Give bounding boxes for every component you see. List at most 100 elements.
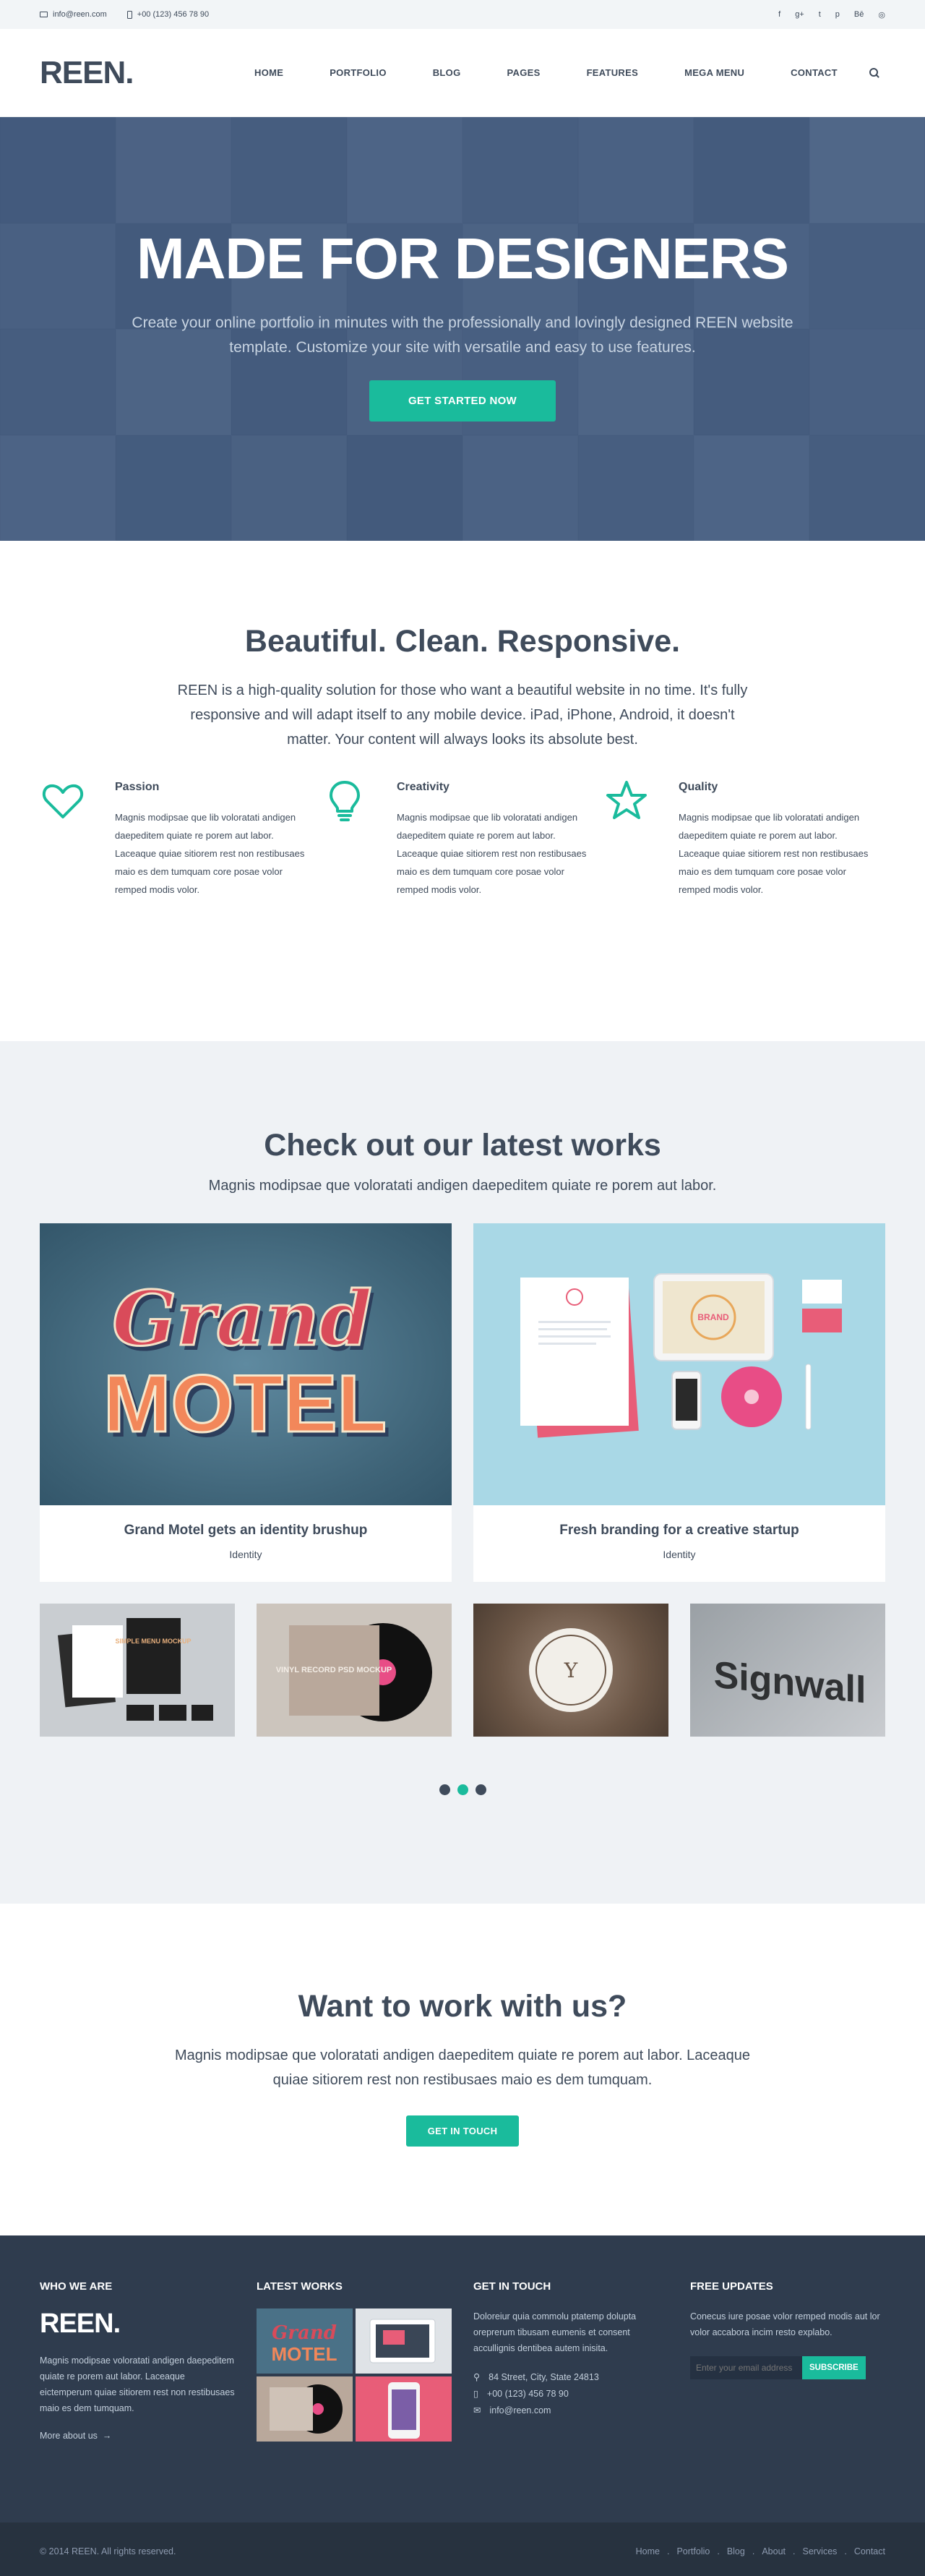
nav-features[interactable]: FEATURES — [564, 67, 662, 78]
footer-logo[interactable]: REEN. — [40, 2308, 235, 2340]
lightbulb-icon — [330, 781, 360, 821]
works-featured-row: Grand Grand MOTEL MOTEL Grand Motel gets… — [0, 1223, 925, 1582]
phone-icon — [126, 10, 132, 19]
latest-thumb-vinyl[interactable] — [257, 2376, 353, 2442]
footer-link-about[interactable]: About — [762, 2546, 786, 2556]
nav-portfolio[interactable]: PORTFOLIO — [306, 67, 410, 78]
feature-title: Creativity — [397, 781, 449, 793]
vinyl-mockup-art: VINYL RECORD PSD MOCKUP — [276, 1623, 432, 1721]
footer-address-text: 84 Street, City, State 24813 — [489, 2372, 599, 2382]
cta-title: Want to work with us? — [298, 1989, 627, 2024]
search-icon[interactable] — [869, 67, 879, 78]
footer-heading: WHO WE ARE — [40, 2280, 113, 2293]
work-thumb-vinyl[interactable]: VINYL RECORD PSD MOCKUP — [257, 1604, 452, 1737]
art-text-brand: BRAND — [697, 1312, 729, 1322]
footer-link-blog[interactable]: Blog — [727, 2546, 745, 2556]
svg-text:MOTEL: MOTEL — [272, 2343, 337, 2365]
get-started-button[interactable]: GET STARTED NOW — [369, 380, 556, 422]
more-about-label: More about us — [40, 2431, 98, 2441]
twitter-icon[interactable]: t — [819, 10, 821, 20]
branding-image: BRAND — [473, 1223, 885, 1505]
footer-updates-text: Conecus iure posae volor remped modis au… — [690, 2311, 880, 2337]
footer-free-updates: FREE UPDATES Conecus iure posae volor re… — [690, 2280, 885, 2522]
pinterest-icon[interactable]: p — [835, 10, 840, 20]
header: REEN. HOME PORTFOLIO BLOG PAGES FEATURES… — [0, 29, 925, 117]
social-links: f g+ t p Bē ◎ — [778, 10, 885, 20]
footer-link-services[interactable]: Services — [802, 2546, 837, 2556]
works-title: Check out our latest works — [264, 1128, 661, 1163]
latest-thumb-grand-motel[interactable]: Grand MOTEL — [257, 2308, 353, 2374]
carousel-dot[interactable] — [439, 1784, 450, 1795]
hero-subtitle: Create your online portfolio in minutes … — [132, 314, 793, 356]
hero-content: MADE FOR DESIGNERS Create your online po… — [0, 226, 925, 422]
art-text-signwall: Signwall — [714, 1654, 866, 1712]
carousel-dot[interactable] — [475, 1784, 486, 1795]
footer-address: ⚲ 84 Street, City, State 24813 — [473, 2369, 668, 2386]
separator: . — [717, 2546, 720, 2556]
art-text-badge: Y — [564, 1659, 578, 1682]
get-in-touch-button[interactable]: GET IN TOUCH — [405, 2115, 520, 2147]
badge-mockup-art: Y — [529, 1628, 613, 1712]
footer-link-home[interactable]: Home — [636, 2546, 660, 2556]
works-lead: Magnis modipsae que voloratati andigen d… — [208, 1178, 717, 1194]
thumb-art: Grand MOTEL — [272, 2322, 337, 2365]
top-email-text: info@reen.com — [53, 10, 107, 19]
hero-title: MADE FOR DESIGNERS — [136, 226, 789, 291]
cta-text: Magnis modipsae que voloratati andigen d… — [174, 2047, 751, 2088]
behance-icon[interactable]: Bē — [854, 10, 864, 20]
works-section: Check out our latest works Magnis modips… — [0, 1041, 925, 1904]
features-lead: REEN is a high-quality solution for thos… — [177, 682, 748, 748]
footer-heading: FREE UPDATES — [690, 2280, 773, 2293]
features-title: Beautiful. Clean. Responsive. — [244, 624, 681, 659]
logo[interactable]: REEN. — [40, 55, 199, 91]
footer-latest-works: LATEST WORKS Grand MOTEL — [257, 2280, 452, 2522]
feature-passion: Passion Magnis modipsae que lib volorata… — [40, 778, 322, 899]
footer-link-portfolio[interactable]: Portfolio — [676, 2546, 710, 2556]
footer-touch-text: Doloreiur quia commolu ptatemp dolupta o… — [473, 2311, 637, 2353]
top-email[interactable]: info@reen.com — [40, 10, 107, 19]
feature-text: Magnis modipsae que lib voloratati andig… — [679, 812, 869, 895]
feature-title: Passion — [115, 781, 160, 793]
work-card[interactable]: Grand Grand MOTEL MOTEL Grand Motel gets… — [40, 1223, 452, 1582]
subscribe-button[interactable]: SUBSCRIBE — [802, 2356, 866, 2379]
work-thumb-badge[interactable]: Y — [473, 1604, 668, 1737]
thumb-art — [270, 2384, 343, 2434]
latest-thumb-branding[interactable] — [356, 2308, 452, 2374]
carousel-dot-active[interactable] — [457, 1784, 468, 1795]
separator: . — [844, 2546, 847, 2556]
copyright: © 2014 REEN. All rights reserved. — [40, 2546, 176, 2556]
art-text-vinyl: VINYL RECORD PSD MOCKUP — [276, 1666, 392, 1674]
footer-heading: LATEST WORKS — [257, 2280, 343, 2293]
footer-email[interactable]: ✉ info@reen.com — [473, 2402, 668, 2419]
work-thumb-menu[interactable]: SIMPLE MENU MOCKUP — [40, 1604, 235, 1737]
separator: . — [752, 2546, 755, 2556]
footer-link-contact[interactable]: Contact — [854, 2546, 885, 2556]
nav-pages[interactable]: PAGES — [484, 67, 564, 78]
branding-art: BRAND — [520, 1273, 842, 1438]
work-thumb-signwall[interactable]: Signwall — [690, 1604, 885, 1737]
separator: . — [666, 2546, 670, 2556]
feature-text: Magnis modipsae que lib voloratati andig… — [115, 812, 305, 895]
latest-thumb-app[interactable] — [356, 2376, 452, 2442]
nav-contact[interactable]: CONTACT — [767, 67, 861, 78]
work-caption: Grand Motel gets an identity brushup Ide… — [40, 1505, 452, 1582]
top-phone: +00 (123) 456 78 90 — [126, 10, 209, 19]
svg-text:Grand: Grand — [272, 2322, 337, 2344]
nav-home[interactable]: HOME — [231, 67, 306, 78]
nav-blog[interactable]: BLOG — [410, 67, 484, 78]
page: info@reen.com +00 (123) 456 78 90 f g+ t… — [0, 0, 925, 2576]
work-title: Grand Motel gets an identity brushup — [124, 1523, 368, 1538]
arrow-right-icon: → — [100, 2431, 112, 2441]
dribbble-icon[interactable]: ◎ — [878, 10, 885, 20]
google-plus-icon[interactable]: g+ — [795, 10, 804, 20]
email-subscribe-input[interactable] — [690, 2356, 802, 2379]
work-card[interactable]: BRAND Fresh branding for a creative star… — [473, 1223, 885, 1582]
facebook-icon[interactable]: f — [778, 10, 780, 20]
carousel-dots — [0, 1784, 925, 1795]
art-text-motel: MOTEL — [103, 1358, 387, 1449]
footer-who-we-are: WHO WE ARE REEN. Magnis modipsae volorat… — [40, 2280, 235, 2522]
art-text-grand: Grand — [112, 1274, 371, 1363]
nav-mega-menu[interactable]: MEGA MENU — [661, 67, 767, 78]
features-row: Passion Magnis modipsae que lib volorata… — [0, 778, 925, 899]
more-about-link[interactable]: More about us → — [40, 2431, 111, 2441]
